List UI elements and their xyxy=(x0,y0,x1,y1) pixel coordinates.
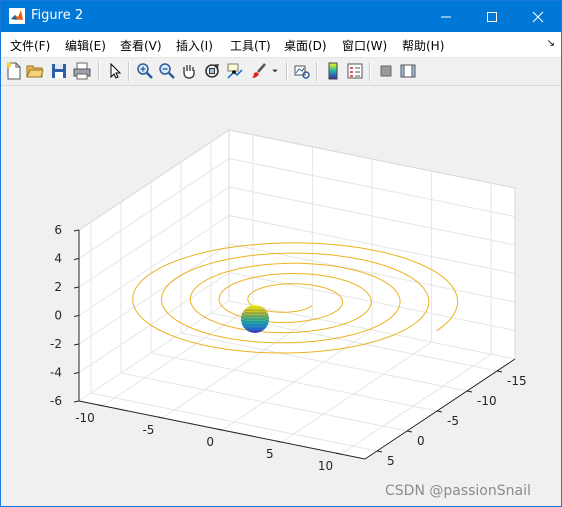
menu-window[interactable]: 窗口(W) xyxy=(342,37,387,54)
data-cursor-button[interactable] xyxy=(225,61,245,81)
close-button[interactable] xyxy=(515,1,561,32)
minimize-icon xyxy=(441,16,451,17)
chevron-down-icon xyxy=(272,69,278,73)
menu-overflow-icon[interactable]: ↘ xyxy=(547,38,555,49)
toolbar-separator xyxy=(286,62,288,81)
menu-bar: 文件(F) 编辑(E) 查看(V) 插入(I) 工具(T) 桌面(D) 窗口(W… xyxy=(1,32,561,58)
menu-view[interactable]: 查看(V) xyxy=(120,37,162,54)
toolbar-separator xyxy=(316,62,318,81)
x-tick-label: 10 xyxy=(318,459,333,473)
hide-plot-tools-button[interactable] xyxy=(376,61,396,81)
watermark-text: CSDN @passionSnail xyxy=(385,483,531,499)
print-figure-button[interactable] xyxy=(72,61,92,81)
y-tick-label: -5 xyxy=(447,414,459,428)
maximize-button[interactable] xyxy=(469,1,515,32)
toolbar-separator xyxy=(98,62,100,81)
y-tick-label: -15 xyxy=(507,374,527,388)
link-plot-button[interactable] xyxy=(292,61,312,81)
minimize-button[interactable] xyxy=(423,1,469,32)
z-tick-label: 6 xyxy=(54,223,62,237)
cursor-arrow-icon xyxy=(110,62,122,79)
y-tick-mark xyxy=(376,450,383,453)
y-tick-mark xyxy=(496,370,503,373)
maximize-icon xyxy=(487,11,497,22)
x-tick-label: 5 xyxy=(266,447,274,461)
z-tick-label: -2 xyxy=(50,337,62,351)
y-tick-mark xyxy=(406,430,413,433)
z-tick-mark xyxy=(73,286,80,289)
brush-icon xyxy=(252,63,266,78)
show-plot-tools-button[interactable] xyxy=(398,61,418,81)
title-bar[interactable]: Figure 2 xyxy=(1,1,561,32)
figure-window: Figure 2 文件(F) 编辑(E) 查看(V) 插入(I) 工具(T) 桌… xyxy=(0,0,562,507)
zoom-out-button[interactable] xyxy=(157,61,177,81)
z-tick-mark xyxy=(73,372,80,374)
z-tick-label: 4 xyxy=(54,252,62,266)
save-figure-button[interactable] xyxy=(49,61,69,81)
edit-plot-button[interactable] xyxy=(105,61,125,81)
y-tick-mark xyxy=(466,390,473,393)
z-tick-label: -4 xyxy=(50,366,62,380)
matlab-icon xyxy=(9,8,25,24)
figure-canvas[interactable]: -10 -5 0 5 10 -15 -10 -5 0 5 -6 -4 -2 0 2 4 6 CSDN @pass… xyxy=(1,86,561,506)
menu-edit[interactable]: 编辑(E) xyxy=(65,37,106,54)
link-plot-icon xyxy=(294,65,310,79)
hand-icon xyxy=(183,65,195,79)
z-tick-mark xyxy=(73,400,80,403)
brush-button[interactable] xyxy=(249,61,269,81)
zoom-in-button[interactable] xyxy=(135,61,155,81)
brush-dropdown-button[interactable] xyxy=(269,61,281,81)
y-tick-label: 5 xyxy=(387,454,395,468)
z-tick-mark xyxy=(73,229,80,232)
x-tick-label: -5 xyxy=(142,423,154,437)
z-tick-label: 0 xyxy=(54,309,62,323)
data-cursor-icon xyxy=(227,63,243,79)
z-tick-mark xyxy=(73,258,80,260)
z-tick-label: -6 xyxy=(50,394,62,408)
y-tick-label: -10 xyxy=(477,394,497,408)
rotate-3d-icon xyxy=(205,64,219,78)
menu-insert[interactable]: 插入(I) xyxy=(176,37,213,54)
legend-icon xyxy=(347,63,363,79)
zoom-in-icon xyxy=(137,63,153,79)
z-tick-label: 2 xyxy=(54,280,62,294)
new-file-icon xyxy=(6,62,21,80)
x-tick-label: 0 xyxy=(206,435,214,449)
zoom-out-icon xyxy=(159,63,175,79)
menu-tools[interactable]: 工具(T) xyxy=(230,37,271,54)
insert-legend-button[interactable] xyxy=(345,61,365,81)
3d-plot[interactable]: -10 -5 0 5 10 -15 -10 -5 0 5 -6 -4 -2 0 2 4 6 CSDN @pass… xyxy=(1,86,561,506)
open-file-button[interactable] xyxy=(25,61,45,81)
z-tick-mark xyxy=(73,343,80,346)
x-tick-label: -10 xyxy=(75,411,95,425)
colorbar-icon xyxy=(328,62,338,80)
save-icon xyxy=(52,64,66,78)
menu-help[interactable]: 帮助(H) xyxy=(402,37,444,54)
pan-button[interactable] xyxy=(179,61,199,81)
hide-tools-icon xyxy=(380,65,392,77)
printer-icon xyxy=(73,62,91,80)
folder-open-icon xyxy=(26,65,44,78)
close-icon xyxy=(532,11,544,22)
figure-toolbar xyxy=(1,58,561,86)
window-title: Figure 2 xyxy=(31,8,84,23)
rotate-3d-button[interactable] xyxy=(202,61,222,81)
toolbar-separator xyxy=(369,62,371,81)
y-tick-mark xyxy=(436,410,443,413)
z-tick-mark xyxy=(73,315,80,317)
show-tools-icon xyxy=(400,64,416,78)
new-figure-button[interactable] xyxy=(4,61,24,81)
menu-desktop[interactable]: 桌面(D) xyxy=(284,37,327,54)
toolbar-separator xyxy=(128,62,130,81)
y-tick-label: 0 xyxy=(417,434,425,448)
menu-file[interactable]: 文件(F) xyxy=(10,37,50,54)
insert-colorbar-button[interactable] xyxy=(323,61,343,81)
axes-box xyxy=(79,130,515,459)
